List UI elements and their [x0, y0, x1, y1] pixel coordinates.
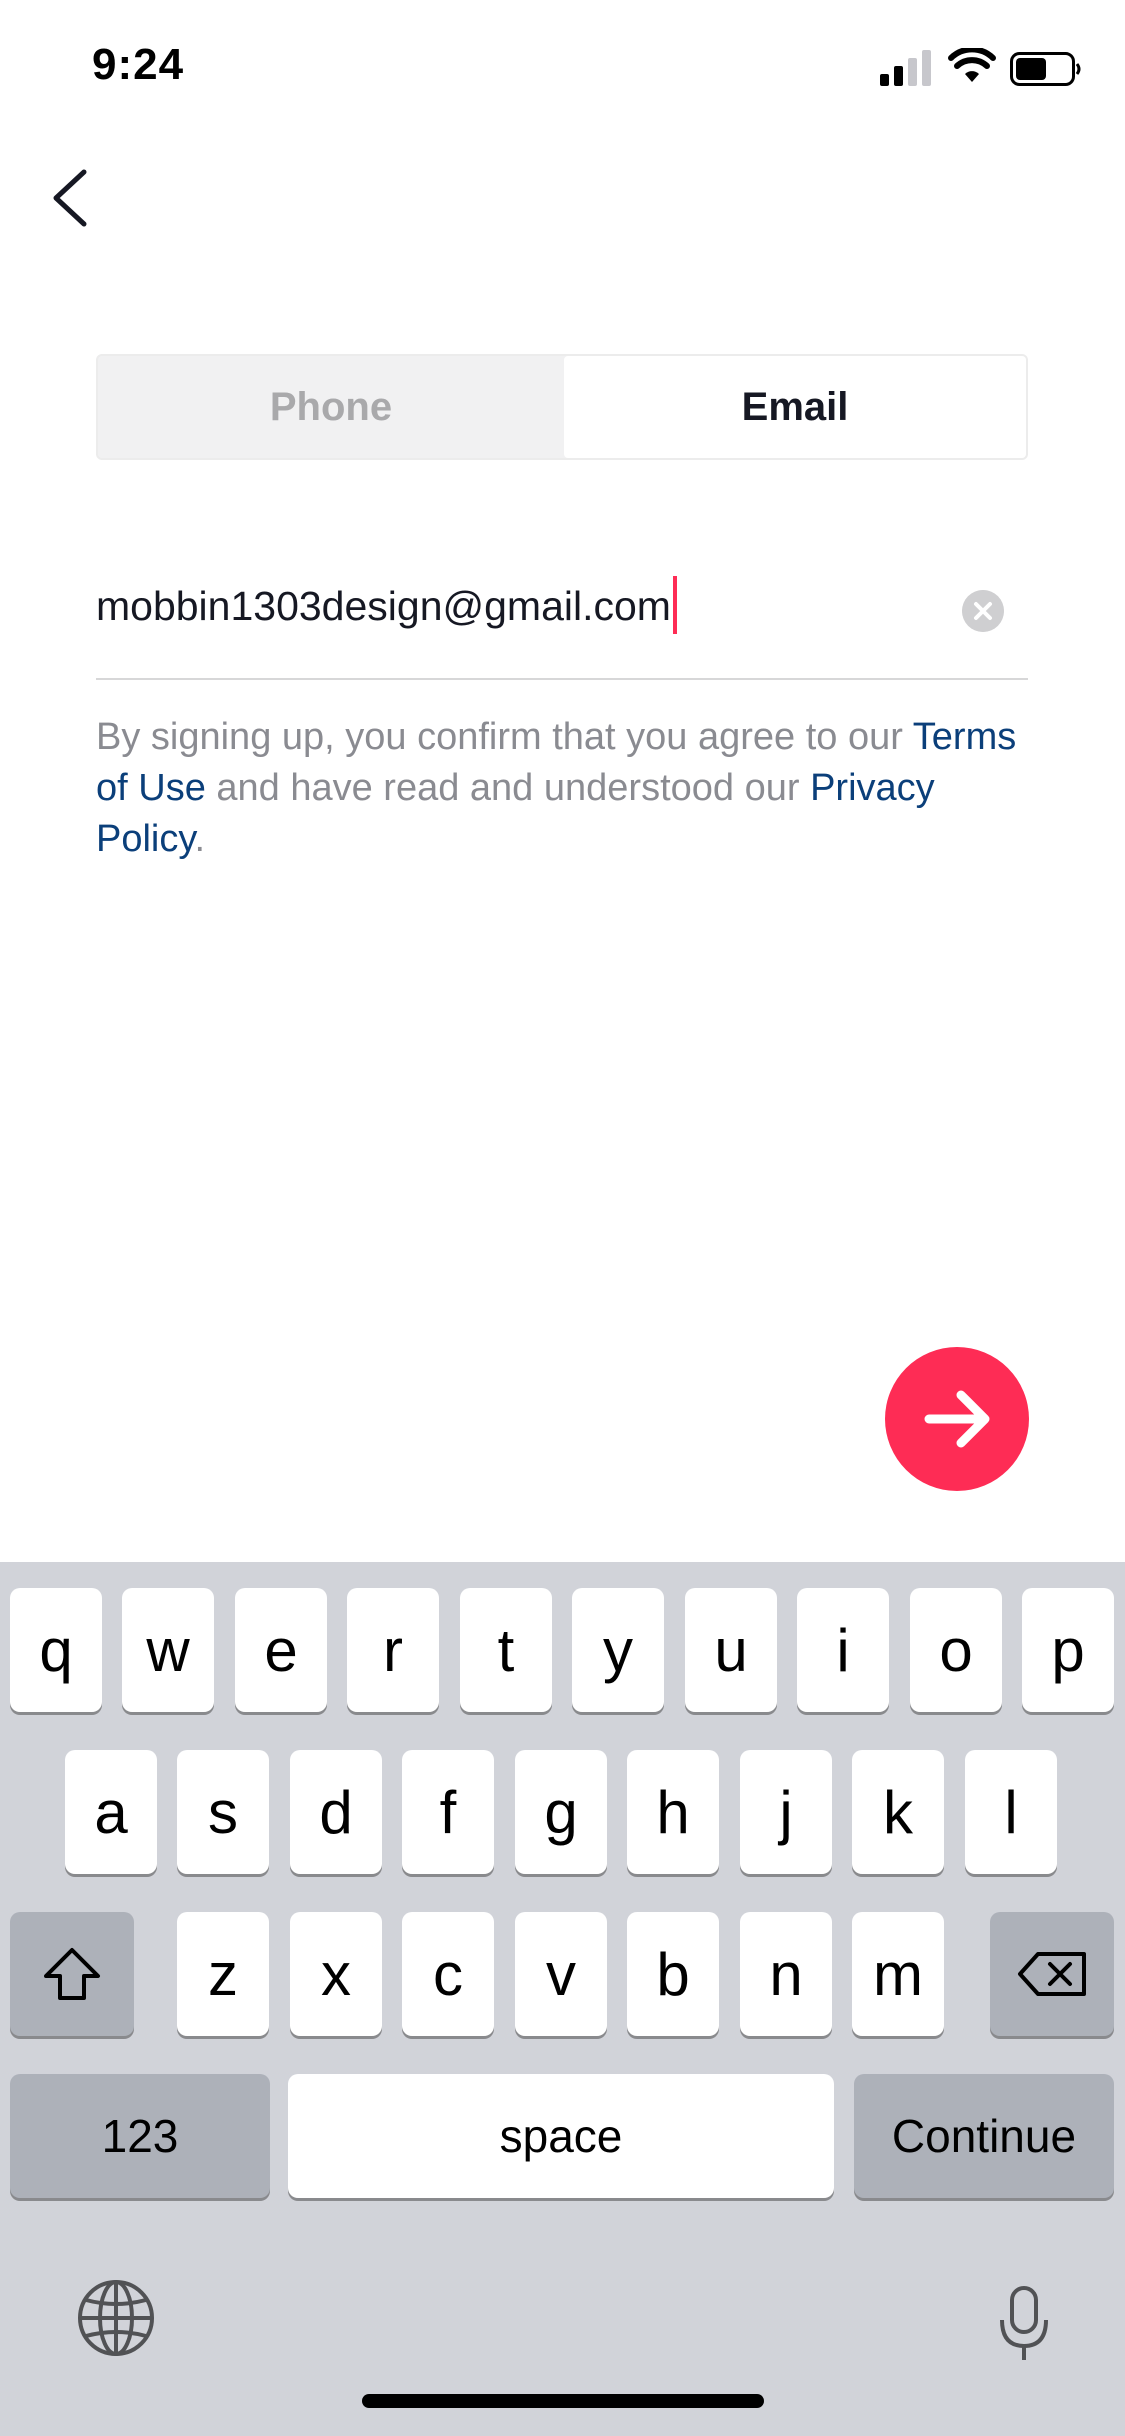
key-p[interactable]: p — [1022, 1588, 1114, 1712]
key-j[interactable]: j — [740, 1750, 832, 1874]
email-field-row: mobbin1303design@gmail.com — [96, 572, 1028, 680]
key-l[interactable]: l — [965, 1750, 1057, 1874]
wifi-icon — [948, 48, 996, 82]
key-e[interactable]: e — [235, 1588, 327, 1712]
key-a[interactable]: a — [65, 1750, 157, 1874]
key-q[interactable]: q — [10, 1588, 102, 1712]
numbers-key[interactable]: 123 — [10, 2074, 270, 2198]
back-chevron-icon[interactable] — [48, 168, 92, 228]
key-g[interactable]: g — [515, 1750, 607, 1874]
continue-key[interactable]: Continue — [854, 2074, 1114, 2198]
space-key[interactable]: space — [288, 2074, 834, 2198]
key-w[interactable]: w — [122, 1588, 214, 1712]
text-cursor — [672, 576, 677, 634]
key-z[interactable]: z — [177, 1912, 269, 2036]
key-h[interactable]: h — [627, 1750, 719, 1874]
keyboard: q w e r t y u i o p a s d f g h j k l z … — [0, 1562, 1125, 2436]
key-d[interactable]: d — [290, 1750, 382, 1874]
key-r[interactable]: r — [347, 1588, 439, 1712]
battery-icon — [1010, 52, 1081, 86]
key-y[interactable]: y — [572, 1588, 664, 1712]
next-button[interactable] — [885, 1347, 1029, 1491]
email-field-value: mobbin1303design@gmail.com — [96, 582, 671, 629]
key-n[interactable]: n — [740, 1912, 832, 2036]
shift-icon — [44, 1948, 100, 2000]
clear-input-icon[interactable] — [962, 590, 1004, 632]
key-o[interactable]: o — [910, 1588, 1002, 1712]
key-t[interactable]: t — [460, 1588, 552, 1712]
delete-key[interactable] — [990, 1912, 1114, 2036]
key-m[interactable]: m — [852, 1912, 944, 2036]
key-k[interactable]: k — [852, 1750, 944, 1874]
signup-method-tabs: Phone Email — [96, 354, 1028, 460]
key-s[interactable]: s — [177, 1750, 269, 1874]
tab-email[interactable]: Email — [564, 356, 1026, 458]
key-b[interactable]: b — [627, 1912, 719, 2036]
key-x[interactable]: x — [290, 1912, 382, 2036]
home-indicator — [362, 2394, 764, 2408]
arrow-right-icon — [924, 1390, 990, 1448]
status-time: 9:24 — [92, 40, 185, 89]
terms-notice: By signing up, you confirm that you agre… — [96, 712, 1036, 865]
backspace-icon — [1018, 1952, 1086, 1996]
key-u[interactable]: u — [685, 1588, 777, 1712]
microphone-icon[interactable] — [996, 2284, 1052, 2364]
key-i[interactable]: i — [797, 1588, 889, 1712]
key-f[interactable]: f — [402, 1750, 494, 1874]
cellular-signal-icon — [880, 50, 931, 86]
email-field[interactable]: mobbin1303design@gmail.com — [96, 576, 677, 638]
key-v[interactable]: v — [515, 1912, 607, 2036]
key-c[interactable]: c — [402, 1912, 494, 2036]
shift-key[interactable] — [10, 1912, 134, 2036]
globe-icon[interactable] — [76, 2278, 156, 2358]
terms-text: . — [194, 818, 206, 860]
terms-text: By signing up, you confirm that you agre… — [96, 716, 913, 758]
tab-phone[interactable]: Phone — [98, 356, 564, 458]
terms-text: and have read and understood our — [205, 767, 811, 809]
